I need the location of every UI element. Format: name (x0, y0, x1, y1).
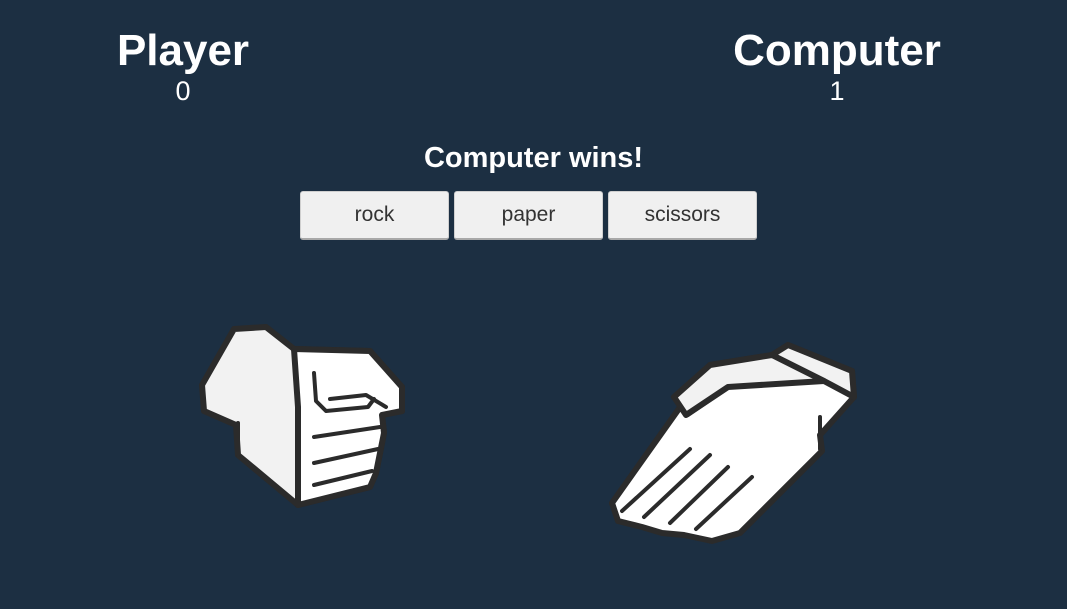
computer-scoreboard: Computer 1 (687, 26, 987, 106)
rock-hand-icon (199, 324, 405, 508)
paper-hand-icon (609, 342, 857, 544)
scissors-button[interactable]: scissors (608, 191, 757, 240)
rock-button[interactable]: rock (300, 191, 449, 240)
computer-label: Computer (733, 26, 941, 75)
player-scoreboard: Player 0 (83, 26, 283, 106)
choice-buttons: rock paper scissors (300, 191, 757, 240)
paper-button[interactable]: paper (454, 191, 603, 240)
result-message: Computer wins! (423, 142, 644, 174)
player-label: Player (116, 26, 250, 75)
player-score-value: 0 (175, 76, 191, 106)
computer-score-value: 1 (829, 76, 845, 106)
